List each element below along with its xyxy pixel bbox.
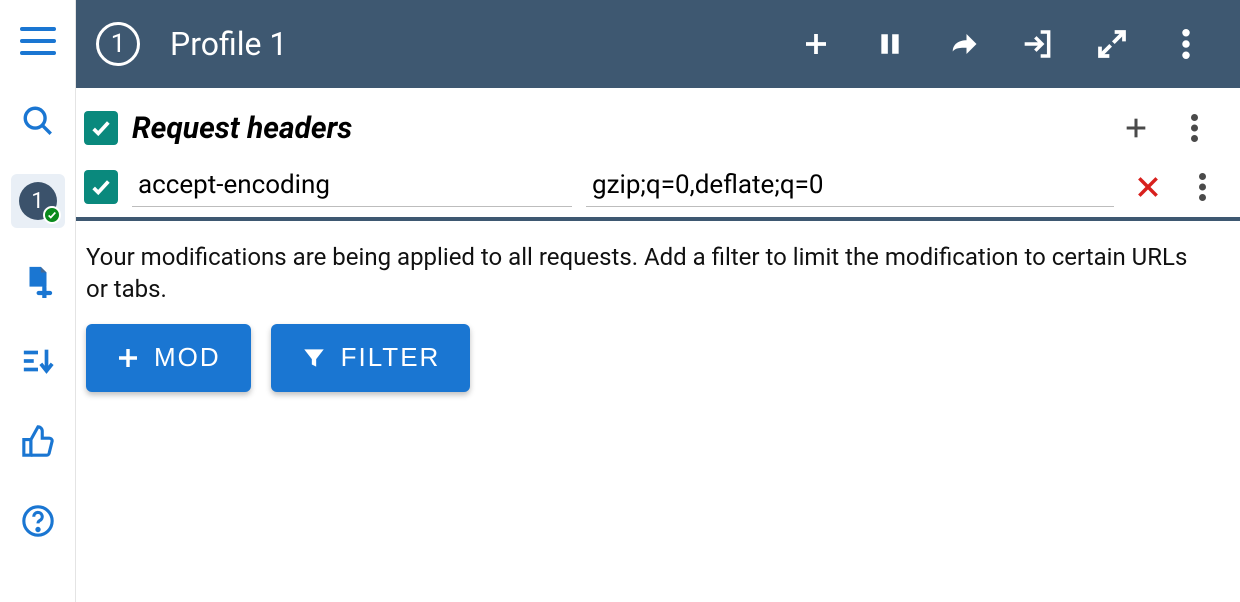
section-header-row: Request headers [76,88,1240,162]
pause-icon [877,29,903,59]
info-panel: Your modifications are being applied to … [76,221,1240,392]
add-mod-button[interactable]: MOD [86,324,251,392]
entry-enable-checkbox[interactable] [84,170,118,204]
file-plus-icon [21,264,55,298]
sidebar-like-button[interactable] [11,414,65,468]
entry-delete-button[interactable] [1128,167,1168,207]
share-icon [947,29,981,59]
sidebar-search-button[interactable] [11,94,65,148]
sidebar-help-button[interactable] [11,494,65,548]
button-row: MOD FILTER [86,324,1214,392]
topbar-add-button[interactable] [790,18,842,70]
plus-icon [1122,114,1150,142]
search-icon [21,104,55,138]
import-icon [1021,28,1055,60]
more-vertical-icon [1182,29,1190,59]
filter-icon [301,345,327,371]
profile-active-check-icon [43,206,61,224]
check-icon [90,117,112,139]
sidebar-sort-button[interactable] [11,334,65,388]
add-filter-button[interactable]: FILTER [271,324,471,392]
plus-icon [116,346,140,370]
topbar-more-button[interactable] [1160,18,1212,70]
add-filter-label: FILTER [341,342,441,373]
topbar-share-button[interactable] [938,18,990,70]
sidebar-add-file-button[interactable] [11,254,65,308]
topbar: 1 Profile 1 [76,0,1240,88]
info-text: Your modifications are being applied to … [86,241,1214,306]
hamburger-icon [20,27,56,55]
section-title: Request headers [132,111,1100,146]
topbar-pause-button[interactable] [864,18,916,70]
topbar-import-button[interactable] [1012,18,1064,70]
help-icon [21,504,55,538]
check-icon [90,176,112,198]
header-value-input[interactable] [586,166,1114,207]
close-icon [1135,174,1161,200]
page-title: Profile 1 [170,25,768,63]
topbar-profile-badge: 1 [96,22,140,66]
more-vertical-icon [1191,114,1198,142]
sidebar-profile-1[interactable]: 1 [11,174,65,228]
menu-button[interactable] [11,14,65,68]
sort-icon [21,344,55,378]
sidebar: 1 [0,0,76,602]
topbar-profile-number: 1 [111,29,126,59]
profile-badge-number: 1 [31,189,43,214]
topbar-expand-button[interactable] [1086,18,1138,70]
header-name-input[interactable] [132,166,572,207]
plus-icon [801,29,831,59]
more-vertical-icon [1199,173,1206,201]
section-add-button[interactable] [1114,106,1158,150]
entry-more-button[interactable] [1182,167,1222,207]
thumbs-up-icon [21,424,55,458]
add-mod-label: MOD [154,342,221,373]
section-enable-checkbox[interactable] [84,111,118,145]
section-more-button[interactable] [1172,106,1216,150]
expand-icon [1096,28,1128,60]
main-panel: 1 Profile 1 Reque [76,0,1240,602]
header-entry-row [76,162,1240,217]
